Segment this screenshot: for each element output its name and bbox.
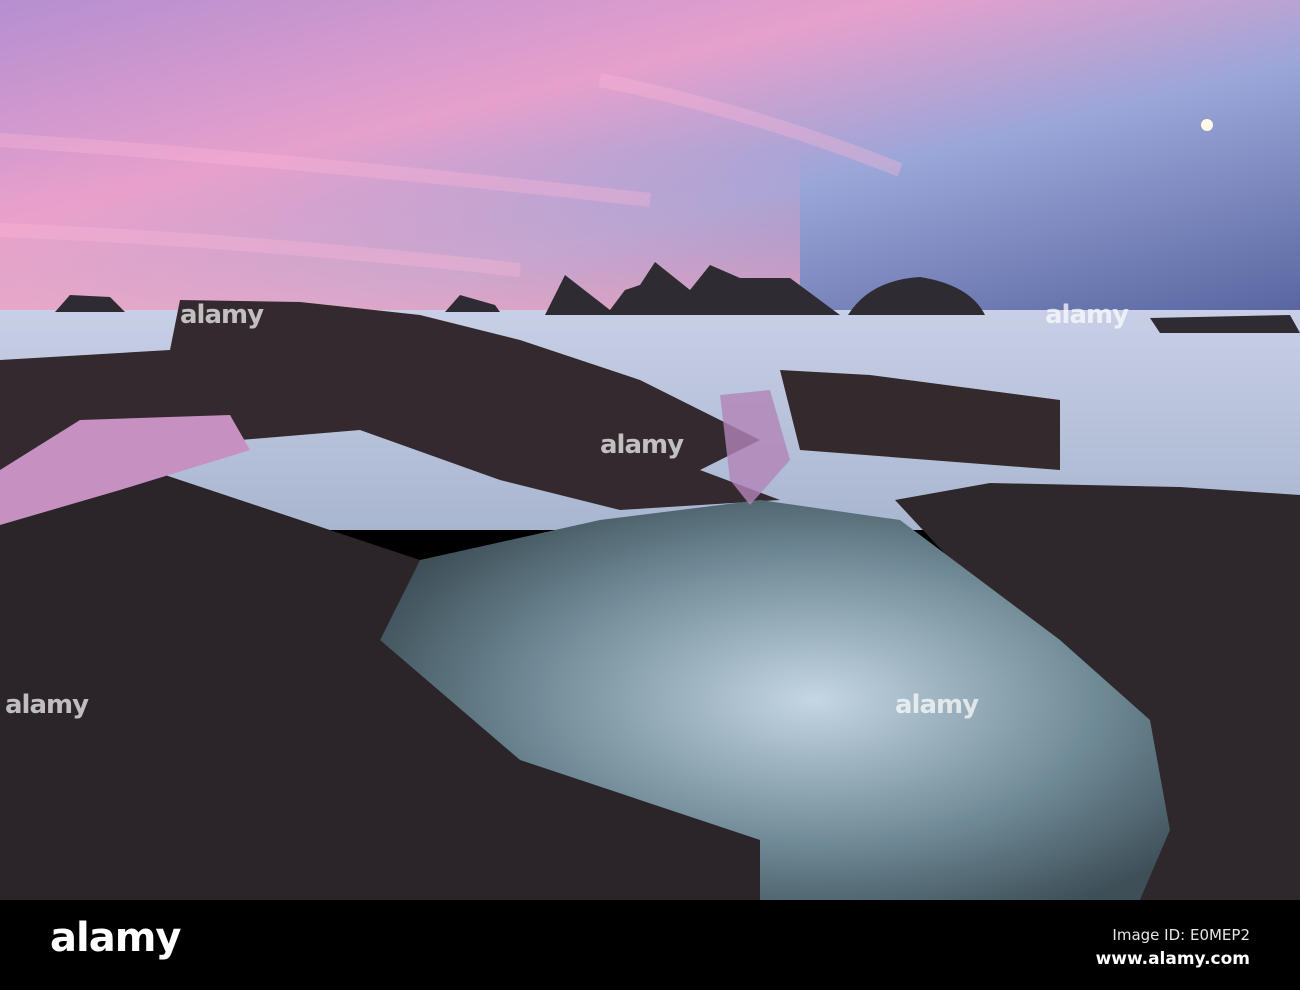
watermark-overlay: alamy [5,690,89,720]
watermark-overlay: alamy [600,430,684,460]
watermark-overlay: alamy [180,300,264,330]
alamy-logo: alamy [50,915,181,961]
image-id: Image ID: E0MEP2 [1112,926,1250,944]
watermark-footer [0,900,1300,990]
watermark-overlay: alamy [1045,300,1129,330]
watermark-overlay: alamy [895,690,979,720]
website-url: www.alamy.com [1095,949,1250,969]
moon [1201,119,1213,131]
